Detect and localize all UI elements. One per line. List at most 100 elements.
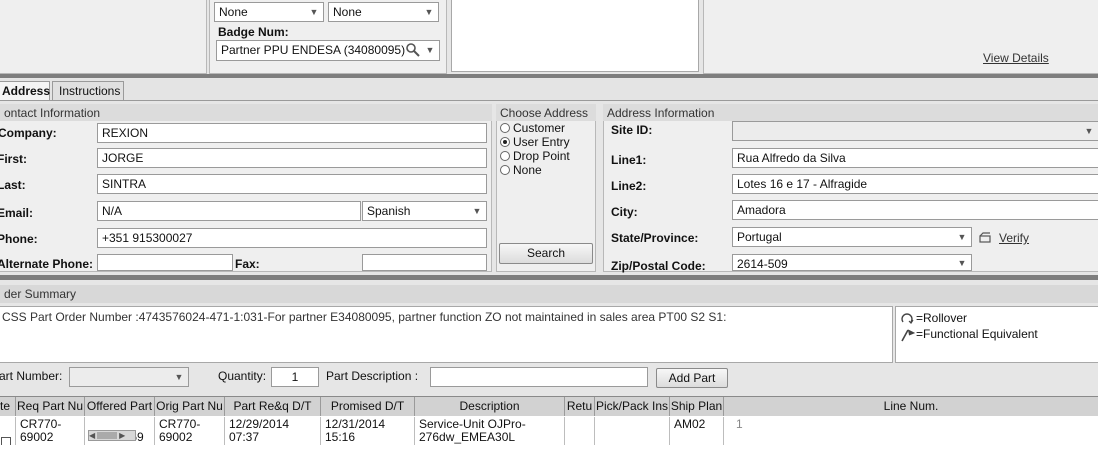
cell-promised-dt: 12/31/2014 15:16: [321, 417, 415, 445]
row-checkbox[interactable]: [1, 437, 11, 445]
radio-icon: [500, 165, 510, 175]
phone-label: Phone:: [0, 232, 38, 246]
choose-address-title: Choose Address: [496, 104, 596, 121]
chevron-down-icon: ▼: [957, 232, 967, 242]
cell-offered-part[interactable]: CR770-69 ◀▶: [85, 417, 155, 445]
parts-grid: te Req Part Nu Offered Part Orig Part Nu…: [0, 396, 1098, 451]
chevron-down-icon: ▼: [309, 7, 319, 17]
order-message-text: CSS Part Order Number :4743576024-471-1:…: [2, 310, 727, 324]
row-checkbox-cell: [0, 417, 16, 445]
badge-num-value: Partner PPU ENDESA (34080095): [221, 43, 406, 57]
top-combo-1[interactable]: None ▼: [214, 2, 324, 22]
splitter-middle[interactable]: [0, 275, 1098, 280]
zip-combo[interactable]: 2614-509 ▼: [732, 254, 972, 271]
add-part-button[interactable]: Add Part: [656, 368, 728, 388]
cell-line-num: 1: [724, 417, 1098, 445]
site-id-combo[interactable]: ▼: [732, 121, 1098, 141]
contact-section-title: ontact Information: [0, 104, 492, 121]
alt-phone-label: Alternate Phone:: [0, 257, 94, 271]
zip-value: 2614-509: [737, 257, 788, 271]
cell-orig-part: CR770- 69002: [155, 417, 225, 445]
top-combo-2[interactable]: None ▼: [328, 2, 439, 22]
top-left-panel: [0, 0, 207, 74]
search-button[interactable]: Search: [499, 243, 593, 264]
table-row[interactable]: CR770- 69002 CR770-69 ◀▶ CR770- 69002 12…: [0, 417, 1098, 445]
search-icon[interactable]: [405, 42, 421, 58]
radio-icon: [500, 123, 510, 133]
order-message-box: CSS Part Order Number :4743576024-471-1:…: [0, 306, 893, 363]
email-field[interactable]: N/A: [97, 201, 361, 221]
first-field[interactable]: JORGE: [97, 148, 487, 168]
col-header-ship-plan[interactable]: Ship Plan: [670, 397, 724, 416]
col-header-line-num[interactable]: Line Num.: [724, 397, 1098, 416]
col-header-orig-part[interactable]: Orig Part Nu: [155, 397, 225, 416]
col-header-req-part[interactable]: Req Part Nu: [16, 397, 85, 416]
radio-drop-point[interactable]: Drop Point: [500, 149, 570, 163]
legend-functional-label: =Functional Equivalent: [916, 327, 1038, 341]
scroll-thumb[interactable]: [97, 432, 118, 440]
line2-field[interactable]: Lotes 16 e 17 - Alfragide: [732, 174, 1098, 194]
chevron-down-icon: ▼: [472, 206, 482, 216]
cell-part-req-dt: 12/29/2014 07:37: [225, 417, 321, 445]
part-number-combo[interactable]: ▼: [69, 367, 189, 387]
radio-user-entry[interactable]: User Entry: [500, 135, 570, 149]
quantity-field[interactable]: 1: [271, 367, 319, 387]
order-section-title: der Summary: [0, 285, 1098, 303]
fax-field[interactable]: [362, 254, 487, 271]
chevron-down-icon: ▼: [957, 258, 967, 268]
zip-label: Zip/Postal Code:: [611, 259, 706, 273]
top-middle-box: [451, 0, 699, 72]
legend-rollover-label: =Rollover: [916, 311, 968, 325]
quantity-label: Quantity:: [218, 369, 267, 383]
col-header-promised-dt[interactable]: Promised D/T: [321, 397, 415, 416]
chevron-down-icon: ▼: [1084, 126, 1094, 136]
radio-selected-icon: [500, 137, 510, 147]
radio-none-label: None: [513, 163, 542, 177]
tab-instructions[interactable]: Instructions: [52, 81, 124, 100]
state-combo[interactable]: Portugal ▼: [732, 227, 972, 247]
part-description-label: Part Description :: [326, 369, 419, 383]
verify-icon[interactable]: [978, 231, 994, 245]
cell-pick-pack: [595, 417, 670, 445]
company-field[interactable]: REXION: [97, 123, 487, 143]
scroll-left-icon[interactable]: ◀: [89, 431, 95, 440]
col-header-offered-part[interactable]: Offered Part: [85, 397, 155, 416]
col-header-description[interactable]: Description: [415, 397, 565, 416]
last-label: Last:: [0, 178, 26, 192]
address-section-title: Address Information: [603, 104, 1098, 121]
radio-icon: [500, 151, 510, 161]
alt-phone-field[interactable]: [97, 254, 233, 271]
city-label: City:: [611, 205, 638, 219]
splitter-top[interactable]: [0, 74, 1098, 78]
radio-customer[interactable]: Customer: [500, 121, 565, 135]
badge-num-label: Badge Num:: [218, 25, 289, 39]
badge-num-combo[interactable]: Partner PPU ENDESA (34080095) ▼: [216, 40, 440, 61]
verify-link[interactable]: Verify: [999, 231, 1029, 245]
tab-address[interactable]: Address: [0, 81, 50, 100]
line1-field[interactable]: Rua Alfredo da Silva: [732, 148, 1098, 168]
scroll-right-icon[interactable]: ▶: [119, 431, 125, 440]
phone-field[interactable]: +351 915300027: [97, 228, 487, 248]
col-header-pick-pack[interactable]: Pick/Pack Ins: [595, 397, 670, 416]
tab-address-label: Address: [2, 84, 51, 98]
company-label: Company:: [0, 126, 57, 140]
cell-return: [565, 417, 595, 445]
language-combo[interactable]: Spanish ▼: [362, 201, 487, 221]
city-field[interactable]: Amadora: [732, 200, 1098, 220]
last-field[interactable]: SINTRA: [97, 174, 487, 194]
view-details-link[interactable]: View Details: [983, 51, 1049, 65]
cell-req-part: CR770- 69002: [16, 417, 85, 445]
col-header-return[interactable]: Retu: [565, 397, 595, 416]
site-id-label: Site ID:: [611, 123, 653, 137]
top-combo-1-value: None: [219, 5, 248, 19]
col-header-part-req-dt[interactable]: Part Re&q D/T: [225, 397, 321, 416]
col-header-te[interactable]: te: [0, 397, 16, 416]
state-value: Portugal: [737, 230, 782, 244]
legend-box: =Rollover =Functional Equivalent: [895, 306, 1098, 363]
first-label: First:: [0, 152, 27, 166]
fax-label: Fax:: [235, 257, 260, 271]
radio-none[interactable]: None: [500, 163, 542, 177]
part-description-field[interactable]: [430, 367, 648, 387]
cell-scrollbar[interactable]: ◀ ▶: [88, 430, 136, 441]
cell-description: Service-Unit OJPro- 276dw_EMEA30L: [415, 417, 565, 445]
